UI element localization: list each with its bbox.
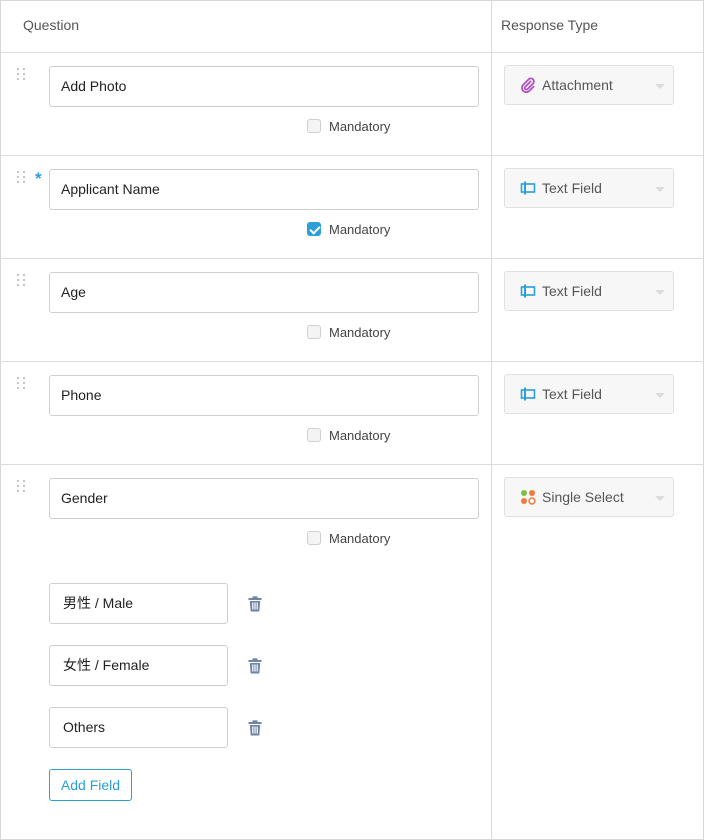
mandatory-toggle[interactable]: Mandatory [307,118,390,134]
mandatory-checkbox[interactable] [307,222,321,236]
chevron-down-icon [655,187,665,192]
question-input[interactable]: Add Photo [49,66,479,107]
drag-handle-icon[interactable] [17,274,27,288]
response-type-column-header: Response Type [501,17,599,33]
mandatory-label: Mandatory [329,221,391,237]
mandatory-label: Mandatory [329,427,391,443]
single-select-icon [521,490,536,505]
trash-icon[interactable] [248,596,262,612]
response-type-label: Attachment [542,77,613,93]
question-input[interactable]: Age [49,272,479,313]
response-type-dropdown[interactable]: Text Field [504,271,674,311]
question-row-phone: Phone Mandatory Text Field [0,362,704,465]
chevron-down-icon [655,84,665,89]
mandatory-checkbox[interactable] [307,531,321,545]
chevron-down-icon [655,393,665,398]
add-field-button[interactable]: Add Field [49,769,132,801]
question-input[interactable]: Applicant Name [49,169,479,210]
paperclip-icon [521,77,535,93]
mandatory-label: Mandatory [329,530,391,546]
question-column-header: Question [23,17,80,33]
text-field-icon [520,284,536,298]
trash-icon[interactable] [248,720,262,736]
question-row-age: Age Mandatory Text Field [0,259,704,362]
option-input-others[interactable]: Others [49,707,228,748]
response-type-label: Text Field [542,386,602,402]
response-type-dropdown[interactable]: Text Field [504,374,674,414]
response-type-dropdown[interactable]: Single Select [504,477,674,517]
mandatory-label: Mandatory [329,324,391,340]
mandatory-toggle[interactable]: Mandatory [307,427,390,443]
mandatory-checkbox[interactable] [307,325,321,339]
drag-handle-icon[interactable] [17,171,27,185]
required-star-icon: * [35,169,42,188]
mandatory-label: Mandatory [329,118,391,134]
question-input[interactable]: Phone [49,375,479,416]
question-input[interactable]: Gender [49,478,479,519]
question-row-add-photo: Add Photo Mandatory Attachment [0,53,704,156]
mandatory-checkbox[interactable] [307,119,321,133]
trash-icon[interactable] [248,658,262,674]
table-header: Question Response Type [0,0,704,53]
response-type-dropdown[interactable]: Text Field [504,168,674,208]
response-type-dropdown[interactable]: Attachment [504,65,674,105]
drag-handle-icon[interactable] [17,480,27,494]
response-type-label: Text Field [542,180,602,196]
drag-handle-icon[interactable] [17,68,27,82]
mandatory-toggle[interactable]: Mandatory [307,324,390,340]
response-type-label: Text Field [542,283,602,299]
chevron-down-icon [655,290,665,295]
chevron-down-icon [655,496,665,501]
mandatory-toggle[interactable]: Mandatory [307,530,390,546]
text-field-icon [520,181,536,195]
question-row-applicant-name: * Applicant Name Mandatory Text Field [0,156,704,259]
option-input-female[interactable]: 女性 / Female [49,645,228,686]
option-input-male[interactable]: 男性 / Male [49,583,228,624]
drag-handle-icon[interactable] [17,377,27,391]
mandatory-checkbox[interactable] [307,428,321,442]
text-field-icon [520,387,536,401]
response-type-label: Single Select [542,489,624,505]
mandatory-toggle[interactable]: Mandatory [307,221,390,237]
